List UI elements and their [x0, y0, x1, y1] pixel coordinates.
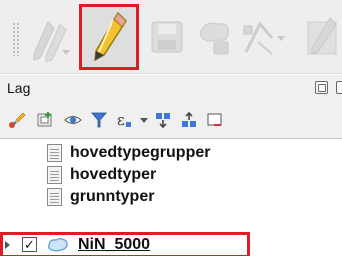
vertex-tool-button[interactable] [240, 12, 286, 64]
manage-visibility-icon[interactable] [64, 111, 82, 129]
collapse-all-icon[interactable] [180, 111, 198, 129]
chevron-down-icon [277, 36, 285, 41]
add-polygon-icon [199, 22, 229, 55]
layer-row[interactable]: hovedtyper [0, 164, 342, 186]
close-panel-button[interactable] [336, 81, 342, 94]
add-feature-button[interactable] [194, 12, 236, 64]
chevron-down-icon [62, 50, 70, 55]
layer-label: hovedtyper [70, 166, 157, 183]
layer-row[interactable]: hovedtypegrupper [0, 142, 342, 164]
expand-all-icon[interactable] [154, 111, 172, 129]
float-panel-button[interactable] [315, 81, 328, 94]
layer-label: grunntyper [70, 188, 155, 205]
modify-attributes-button[interactable] [292, 12, 342, 64]
pencil-icon [94, 11, 127, 62]
save-edits-button[interactable] [148, 12, 188, 64]
pencils-icon [33, 21, 67, 63]
toggle-editing-button[interactable] [79, 4, 139, 70]
open-styling-icon[interactable] [8, 111, 26, 129]
filter-expression-icon[interactable]: ε [116, 111, 136, 129]
toolbar-grip[interactable] [12, 22, 20, 56]
layer-label: hovedtypegrupper [70, 144, 211, 161]
layers-panel-toolbar: ε [0, 101, 342, 139]
edits-dropdown-button[interactable] [22, 12, 70, 64]
chevron-down-icon[interactable] [140, 118, 148, 123]
layer-highlight-box [0, 232, 250, 256]
layer-tree: hovedtypegrupper hovedtyper grunntyper ✓… [0, 140, 342, 256]
modify-attributes-icon [307, 17, 337, 55]
table-icon [47, 144, 62, 162]
table-icon [47, 188, 62, 206]
panel-title: Lag [7, 80, 31, 96]
table-icon [47, 166, 62, 184]
layer-row[interactable]: grunntyper [0, 186, 342, 208]
svg-text:ε: ε [117, 111, 125, 129]
add-group-icon[interactable] [36, 111, 54, 129]
filter-icon[interactable] [90, 111, 108, 129]
save-icon [151, 21, 183, 53]
layers-panel-header: Lag [0, 75, 342, 101]
remove-layer-icon[interactable] [206, 111, 224, 129]
main-toolbar [0, 0, 342, 74]
